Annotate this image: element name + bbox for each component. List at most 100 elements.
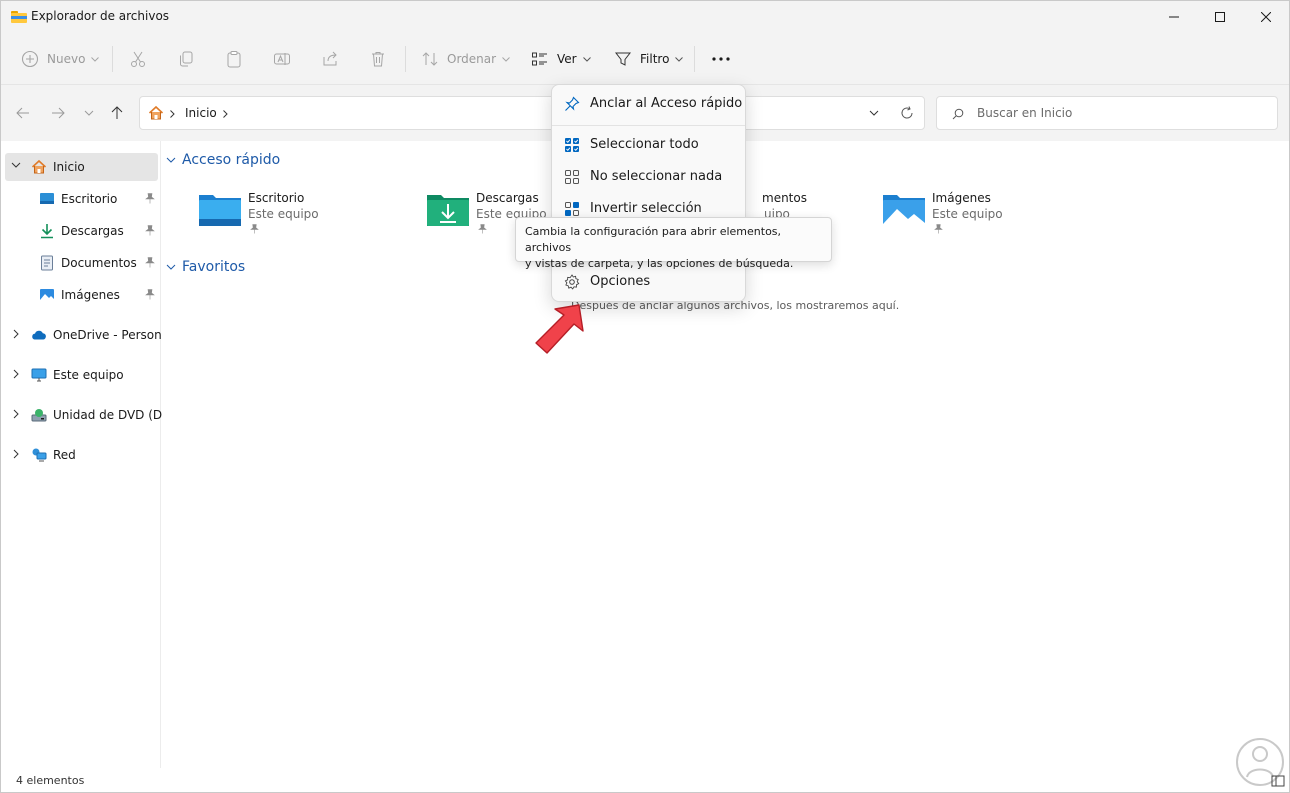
tooltip-line: y vistas de carpeta, y las opciones de b… <box>525 257 794 270</box>
share-icon <box>323 51 337 66</box>
sidebar-item-este-equipo[interactable]: Este equipo <box>5 361 158 389</box>
trash-icon <box>372 52 384 67</box>
sidebar-item-escritorio[interactable]: Escritorio <box>5 185 158 213</box>
copy-button[interactable] <box>177 33 195 85</box>
paste-button[interactable] <box>225 33 243 85</box>
more-options-button[interactable] <box>711 33 731 85</box>
favorites-header[interactable]: Favoritos <box>166 259 245 275</box>
up-button[interactable] <box>107 103 127 123</box>
home-icon <box>148 105 164 120</box>
address-bar[interactable]: Inicio <box>139 96 925 130</box>
dvd-drive-icon <box>31 409 47 422</box>
sidebar-item-label: Red <box>53 448 76 462</box>
view-list-icon <box>532 52 547 66</box>
tooltip-line: Cambia la configuración para abrir eleme… <box>525 225 782 254</box>
tile-location: Este equipo <box>248 207 319 221</box>
close-button[interactable] <box>1243 1 1289 33</box>
pin-icon <box>565 96 580 111</box>
select-all-icon <box>565 138 579 152</box>
menu-item-label: Seleccionar todo <box>590 137 699 152</box>
item-count: 4 elementos <box>16 774 85 787</box>
scissors-icon <box>131 51 145 67</box>
search-input[interactable]: Buscar en Inicio <box>936 96 1278 130</box>
explorer-window: Explorador de archivos Nuevo Ordenar Ver… <box>0 0 1290 793</box>
quick-access-header[interactable]: Acceso rápido <box>166 152 280 168</box>
sidebar-item-dvd[interactable]: Unidad de DVD (D:) <box>5 401 171 429</box>
network-icon <box>32 448 47 462</box>
desktop-folder-icon <box>40 193 54 204</box>
view-button[interactable]: Ver <box>531 33 591 85</box>
recent-locations-button[interactable] <box>79 103 99 123</box>
separator <box>112 46 113 72</box>
view-label: Ver <box>557 52 577 66</box>
refresh-icon[interactable] <box>900 106 914 120</box>
sidebar-item-imagenes[interactable]: Imágenes <box>5 281 158 309</box>
back-button[interactable] <box>13 103 33 123</box>
search-placeholder: Buscar en Inicio <box>977 106 1073 120</box>
maximize-icon <box>1215 12 1225 22</box>
menu-item-label: Opciones <box>590 274 651 289</box>
options-tooltip: Cambia la configuración para abrir eleme… <box>515 217 832 270</box>
delete-button[interactable] <box>369 33 387 85</box>
navigation-pane: Inicio Escritorio Descargas Documentos I… <box>1 141 172 768</box>
new-button[interactable]: Nuevo <box>21 33 100 85</box>
annotation-arrow-icon <box>535 304 584 354</box>
menu-item-label: Invertir selección <box>590 201 702 216</box>
sidebar-item-label: Este equipo <box>53 368 124 382</box>
new-label: Nuevo <box>47 52 86 66</box>
filter-label: Filtro <box>640 52 670 66</box>
chevron-down-icon[interactable] <box>869 110 879 116</box>
pin-icon <box>145 225 155 236</box>
arrow-right-icon <box>52 107 65 119</box>
rename-icon <box>274 53 290 65</box>
forward-button[interactable] <box>48 103 68 123</box>
sidebar-item-red[interactable]: Red <box>5 441 158 469</box>
sort-button[interactable]: Ordenar <box>421 33 510 85</box>
rename-button[interactable] <box>273 33 291 85</box>
menu-item-select-none[interactable]: No seleccionar nada <box>556 162 742 192</box>
sidebar-item-inicio[interactable]: Inicio <box>5 153 158 181</box>
select-none-icon <box>565 170 579 184</box>
chevron-down-icon <box>84 110 94 116</box>
close-icon <box>1261 12 1271 22</box>
pin-icon <box>250 224 259 234</box>
desktop-folder-icon <box>199 195 241 226</box>
share-button[interactable] <box>321 33 339 85</box>
minimize-icon <box>1169 16 1179 18</box>
window-title: Explorador de archivos <box>31 9 170 23</box>
arrow-up-icon <box>111 106 123 119</box>
search-icon <box>952 108 964 120</box>
resize-grip-icon[interactable] <box>1271 774 1285 788</box>
arrow-left-icon <box>16 107 29 119</box>
downloads-folder-icon <box>427 195 469 226</box>
menu-item-pin-quick-access[interactable]: Anclar al Acceso rápido <box>556 89 742 119</box>
sort-label: Ordenar <box>447 52 497 66</box>
computer-icon <box>31 368 47 382</box>
chevron-right-icon <box>13 329 19 339</box>
chevron-right-icon <box>13 409 19 419</box>
minimize-button[interactable] <box>1151 1 1197 33</box>
cut-button[interactable] <box>129 33 147 85</box>
more-icon <box>712 57 730 61</box>
pin-icon <box>478 224 487 234</box>
chevron-down-icon <box>166 264 176 270</box>
maximize-button[interactable] <box>1197 1 1243 33</box>
chevron-down-icon <box>582 56 591 62</box>
sidebar-item-documentos[interactable]: Documentos <box>5 249 158 277</box>
tile-escritorio[interactable]: Escritorio Este equipo <box>198 187 398 237</box>
chevron-right-icon <box>223 110 228 118</box>
title-bar: Explorador de archivos <box>1 1 1289 33</box>
menu-item-select-all[interactable]: Seleccionar todo <box>556 130 742 160</box>
chevron-right-icon <box>13 449 19 459</box>
breadcrumb-home[interactable]: Inicio <box>185 106 217 120</box>
sidebar-item-label: Documentos <box>61 256 137 270</box>
filter-button[interactable]: Filtro <box>614 33 684 85</box>
sidebar-item-onedrive[interactable]: OneDrive - Personal <box>5 321 172 349</box>
tile-imagenes[interactable]: Imágenes Este equipo <box>882 187 1082 237</box>
filter-icon <box>614 52 632 66</box>
pictures-icon <box>40 289 54 301</box>
chevron-down-icon <box>91 56 100 62</box>
sidebar-item-descargas[interactable]: Descargas <box>5 217 158 245</box>
menu-item-label: Anclar al Acceso rápido <box>590 96 743 111</box>
cloud-icon <box>32 330 46 340</box>
